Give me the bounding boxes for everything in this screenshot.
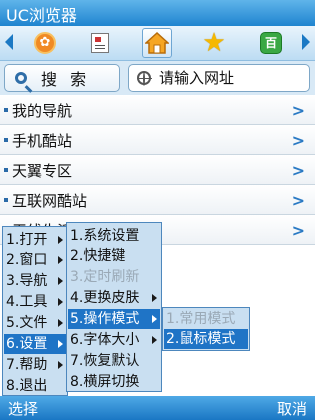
menu-item-tools[interactable]: 4.工具 [4, 292, 66, 312]
home-icon [145, 32, 169, 54]
title-bar: UC浏览器 [0, 0, 315, 26]
star-icon: ★ [202, 28, 226, 58]
menu-item-shortcuts[interactable]: 2.快捷键 [68, 246, 160, 266]
toolbar-left-arrow-icon[interactable] [5, 34, 13, 50]
baidu-100-icon: 百 [260, 32, 282, 54]
list-item[interactable]: 天翼专区 > [0, 155, 315, 185]
menu-item-label: 7.恢复默认 [70, 353, 140, 369]
menu-item-restore-defaults[interactable]: 7.恢复默认 [68, 351, 160, 371]
url-field[interactable] [128, 64, 310, 92]
bullet-icon [4, 198, 8, 202]
submenu-arrow-icon [58, 298, 63, 306]
url-input[interactable] [159, 69, 299, 87]
softkey-bar: 选择 取消 [0, 396, 315, 420]
menu-item-normal-mode: 1.常用模式 [164, 309, 248, 329]
favorites-button[interactable]: ★ [199, 28, 229, 58]
menu-item-timed-refresh: 3.定时刷新 [68, 267, 160, 287]
bullet-icon [4, 168, 8, 172]
menu-item-mouse-mode[interactable]: 2.鼠标模式 [164, 329, 248, 349]
submenu-arrow-icon [58, 340, 63, 348]
list-item[interactable]: 手机酷站 > [0, 125, 315, 155]
list-item[interactable]: 我的导航 > [0, 95, 315, 125]
chevron-right-icon: > [291, 221, 305, 240]
settings-submenu: 1.系统设置 2.快捷键 3.定时刷新 4.更换皮肤 5.操作模式 6.字体大小… [66, 222, 162, 392]
main-menu: 1.打开 2.窗口 3.导航 4.工具 5.文件 6.设置 7.帮助 8.退出 [2, 226, 68, 396]
menu-item-label: 1.打开 [6, 232, 48, 248]
submenu-arrow-icon [58, 319, 63, 327]
list-item-label: 手机酷站 [12, 132, 73, 150]
menu-item-font-size[interactable]: 6.字体大小 [68, 330, 160, 350]
menu-item-label: 2.快捷键 [70, 248, 126, 264]
submenu-arrow-icon [58, 236, 63, 244]
select-softkey[interactable]: 选择 [8, 398, 38, 419]
menu-item-label: 7.帮助 [6, 357, 48, 373]
chevron-right-icon: > [291, 131, 305, 150]
menu-item-label: 8.退出 [6, 378, 48, 394]
menu-item-settings[interactable]: 6.设置 [4, 334, 66, 354]
news-button[interactable] [85, 28, 115, 58]
operation-mode-submenu: 1.常用模式 2.鼠标模式 [162, 307, 250, 351]
search-row: 搜 索 [0, 61, 315, 95]
bullet-icon [4, 138, 8, 142]
submenu-arrow-icon [58, 277, 63, 285]
menu-item-exit[interactable]: 8.退出 [4, 376, 66, 396]
menu-item-label: 1.常用模式 [166, 311, 236, 327]
menu-item-label: 6.字体大小 [70, 332, 140, 348]
menu-item-operation-mode[interactable]: 5.操作模式 [68, 309, 160, 329]
menu-item-window[interactable]: 2.窗口 [4, 250, 66, 270]
menu-item-label: 2.窗口 [6, 252, 48, 268]
menu-item-change-skin[interactable]: 4.更换皮肤 [68, 288, 160, 308]
list-item-label: 互联网酷站 [12, 192, 88, 210]
menu-item-label: 5.操作模式 [70, 311, 140, 327]
cancel-softkey[interactable]: 取消 [277, 398, 307, 419]
icon-toolbar: ✿ ★ 百 [0, 26, 315, 61]
submenu-arrow-icon [58, 361, 63, 369]
search-button-label: 搜 索 [41, 70, 91, 89]
menu-item-open[interactable]: 1.打开 [4, 230, 66, 250]
menu-item-help[interactable]: 7.帮助 [4, 355, 66, 375]
submenu-arrow-icon [152, 294, 157, 302]
menu-item-label: 6.设置 [6, 336, 48, 352]
search-button[interactable]: 搜 索 [4, 64, 120, 92]
menu-item-label: 3.定时刷新 [70, 269, 140, 285]
submenu-arrow-icon [152, 315, 157, 323]
menu-item-label: 4.更换皮肤 [70, 290, 140, 306]
uc-logo-icon: ✿ [34, 32, 56, 54]
home-button[interactable] [142, 28, 172, 58]
list-item-label: 我的导航 [12, 102, 73, 120]
bullet-icon [4, 108, 8, 112]
menu-item-label: 8.横屏切换 [70, 374, 140, 390]
menu-item-navigate[interactable]: 3.导航 [4, 271, 66, 291]
globe-icon [137, 71, 152, 86]
chevron-right-icon: > [291, 101, 305, 120]
toolbar-right-arrow-icon[interactable] [302, 34, 310, 50]
menu-item-label: 5.文件 [6, 315, 48, 331]
baidu-button[interactable]: 百 [256, 28, 286, 58]
menu-item-system-settings[interactable]: 1.系统设置 [68, 226, 160, 246]
menu-item-label: 3.导航 [6, 273, 48, 289]
menu-item-label: 4.工具 [6, 294, 48, 310]
magnifier-icon [15, 72, 27, 84]
list-item[interactable]: 互联网酷站 > [0, 185, 315, 215]
menu-item-landscape-toggle[interactable]: 8.横屏切换 [68, 372, 160, 392]
list-item-label: 天翼专区 [12, 162, 73, 180]
app-title: UC浏览器 [6, 6, 77, 25]
chevron-right-icon: > [291, 191, 305, 210]
chevron-right-icon: > [291, 161, 305, 180]
submenu-arrow-icon [58, 256, 63, 264]
menu-item-file[interactable]: 5.文件 [4, 313, 66, 333]
submenu-arrow-icon [152, 336, 157, 344]
menu-item-label: 1.系统设置 [70, 228, 140, 244]
menu-item-label: 2.鼠标模式 [166, 331, 236, 347]
news-icon [91, 33, 109, 53]
uc-logo-button[interactable]: ✿ [30, 28, 60, 58]
